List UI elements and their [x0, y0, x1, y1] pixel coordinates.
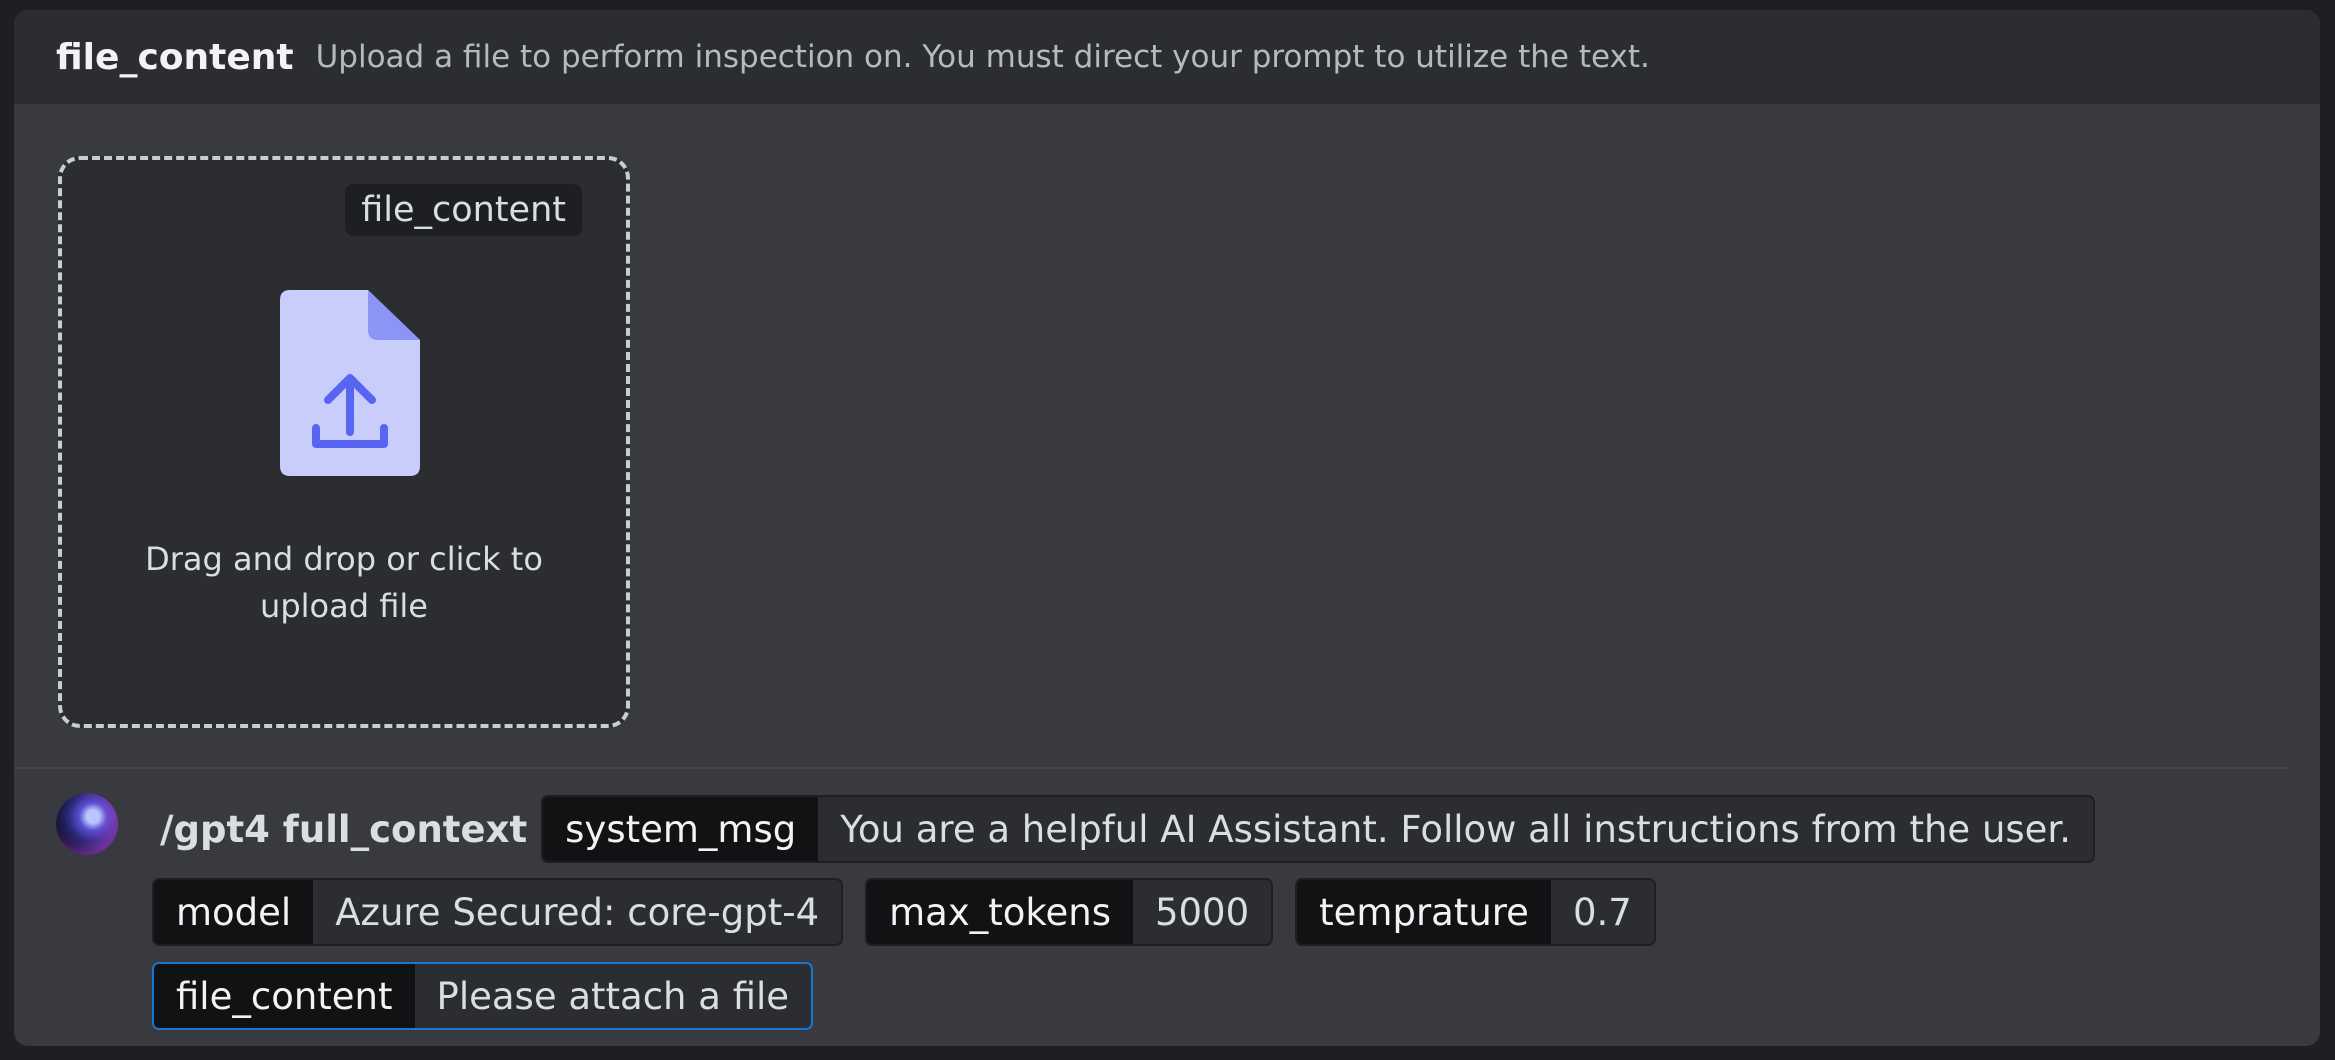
option-key: file_content: [154, 964, 415, 1028]
option-value: 0.7: [1572, 890, 1632, 934]
option-system-msg[interactable]: system_msg You are a helpful AI Assistan…: [541, 795, 2096, 863]
option-name: file_content: [56, 36, 294, 78]
option-max-tokens[interactable]: max_tokens 5000: [865, 878, 1274, 946]
file-dropzone[interactable]: file_content Drag and drop or click to u…: [58, 156, 630, 728]
divider: [14, 767, 2290, 769]
option-temprature[interactable]: temprature 0.7: [1295, 878, 1656, 946]
command-line: /gpt4 full_context system_msg You are a …: [160, 795, 2117, 863]
command-name: /gpt4 full_context: [160, 807, 528, 851]
options-row: file_content Please attach a file: [152, 962, 835, 1030]
options-row: model Azure Secured: core-gpt-4 max_toke…: [152, 878, 1678, 946]
dropzone-text-line2: upload file: [260, 587, 428, 625]
slash-command-panel: file_content Upload a file to perform in…: [14, 10, 2320, 1046]
file-upload-icon: [280, 290, 420, 476]
option-file-content[interactable]: file_content Please attach a file: [152, 962, 814, 1030]
option-model[interactable]: model Azure Secured: core-gpt-4: [152, 878, 844, 946]
option-value: 5000: [1154, 890, 1250, 934]
option-value: Please attach a file: [436, 974, 790, 1018]
avatar[interactable]: [56, 793, 118, 855]
option-value: Azure Secured: core-gpt-4: [335, 890, 820, 934]
dropzone-instructions: Drag and drop or click to upload file: [62, 536, 626, 630]
option-key: max_tokens: [867, 880, 1133, 944]
option-key: model: [154, 880, 314, 944]
dropzone-text-line1: Drag and drop or click to: [145, 540, 543, 578]
option-key: temprature: [1297, 880, 1551, 944]
option-value: You are a helpful AI Assistant. Follow a…: [840, 807, 2072, 851]
option-description: Upload a file to perform inspection on. …: [315, 39, 1650, 75]
option-header: file_content Upload a file to perform in…: [14, 10, 2320, 104]
option-key: system_msg: [543, 797, 819, 861]
dropzone-tag: file_content: [345, 184, 582, 236]
